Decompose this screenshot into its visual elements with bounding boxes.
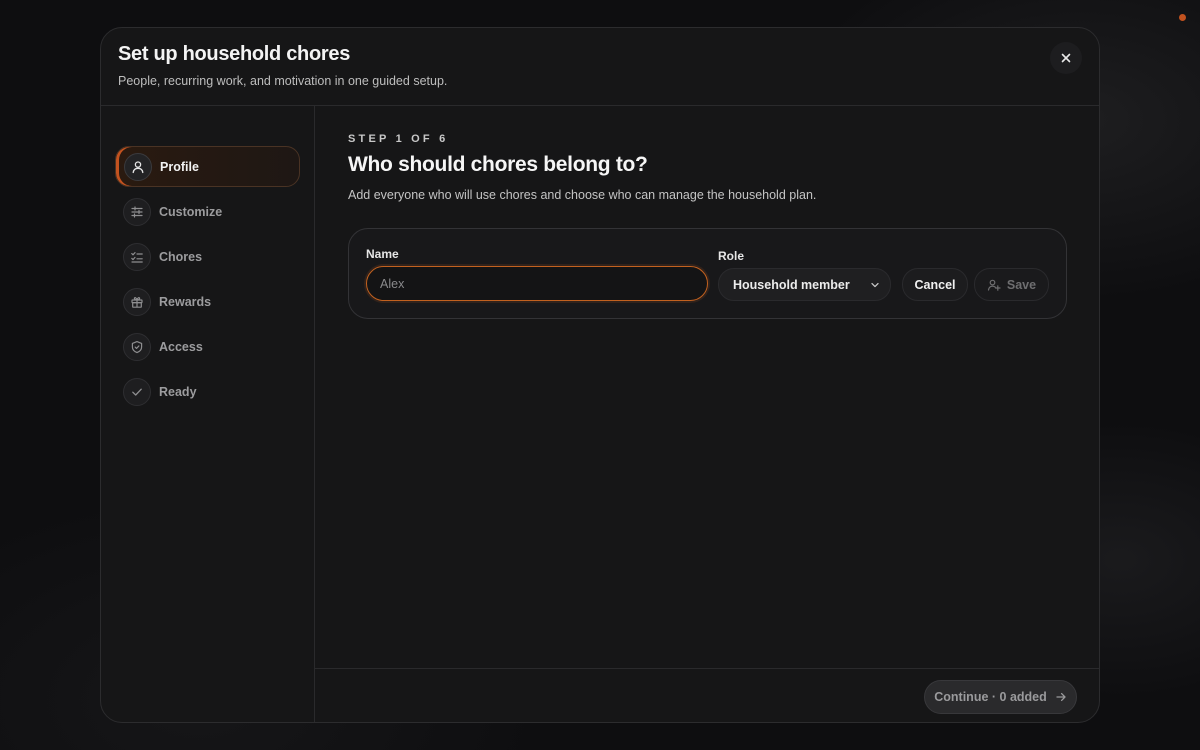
save-label: Save xyxy=(1006,277,1037,292)
dialog-title: Set up household chores xyxy=(118,43,351,65)
role-value: Household member xyxy=(733,277,850,292)
user-icon xyxy=(124,152,152,181)
step-description: Add everyone who will use chores and cho… xyxy=(348,188,817,202)
dialog-subtitle: People, recurring work, and motivation i… xyxy=(118,74,448,88)
cancel-button[interactable]: Cancel xyxy=(902,268,968,301)
setup-dialog: Set up household chores People, recurrin… xyxy=(100,27,1100,723)
step-ready[interactable]: Ready xyxy=(115,371,300,412)
role-label: Role xyxy=(718,249,745,263)
step-label: Profile xyxy=(160,159,199,174)
dialog-header: Set up household chores People, recurrin… xyxy=(101,28,1099,106)
continue-label: Continue · 0 added xyxy=(934,690,1047,704)
step-rewards[interactable]: Rewards xyxy=(115,281,300,322)
step-title: Who should chores belong to? xyxy=(348,153,648,176)
checklist-icon xyxy=(123,242,151,271)
step-chores[interactable]: Chores xyxy=(115,236,300,277)
step-access[interactable]: Access xyxy=(115,326,300,367)
shield-icon xyxy=(123,332,151,361)
name-label: Name xyxy=(366,247,399,261)
sliders-icon xyxy=(123,197,151,226)
close-icon xyxy=(1061,53,1071,63)
dialog-footer: Continue · 0 added xyxy=(315,668,1099,722)
cancel-label: Cancel xyxy=(914,277,956,292)
check-icon xyxy=(123,377,151,406)
step-content: STEP 1 OF 6 Who should chores belong to?… xyxy=(315,106,1099,668)
step-label: Rewards xyxy=(159,294,212,309)
step-label: Chores xyxy=(159,249,203,264)
arrow-right-icon xyxy=(1056,692,1066,702)
step-counter: STEP 1 OF 6 xyxy=(348,133,449,145)
add-user-icon xyxy=(987,279,1001,291)
step-customize[interactable]: Customize xyxy=(115,191,300,232)
notification-dot xyxy=(1179,14,1186,21)
step-label: Customize xyxy=(159,204,223,219)
gift-icon xyxy=(123,287,151,316)
continue-button[interactable]: Continue · 0 added xyxy=(924,680,1077,714)
save-button[interactable]: Save xyxy=(974,268,1049,301)
chevron-down-icon xyxy=(871,282,879,288)
steps-sidebar: Profile Customize Chores Rewards Access … xyxy=(101,106,315,722)
close-button[interactable] xyxy=(1050,42,1082,74)
name-input[interactable] xyxy=(366,266,708,301)
step-profile[interactable]: Profile xyxy=(115,146,300,187)
step-label: Ready xyxy=(159,384,197,399)
add-member-card: Name Role Household member Cancel Save xyxy=(348,228,1067,319)
role-select[interactable]: Household member xyxy=(718,268,891,301)
step-label: Access xyxy=(159,339,203,354)
